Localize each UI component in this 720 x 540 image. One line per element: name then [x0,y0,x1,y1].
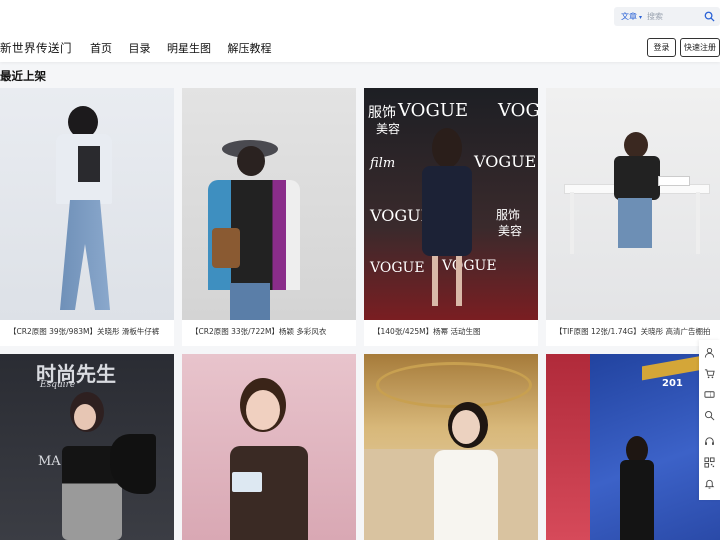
search-bar: 文章 ▾ [614,7,720,26]
floating-sidebar [699,340,720,500]
product-card[interactable]: 服饰 VOGUE 美容 VOGUE VOGUE film VOGUE 服饰 美容… [364,88,538,346]
search-icon[interactable] [704,410,715,421]
product-thumbnail[interactable] [364,354,538,540]
qrcode-icon[interactable] [704,457,715,468]
site-logo[interactable]: 新世界传送门 [0,40,72,56]
search-type-select[interactable]: 文章 ▾ [621,11,642,22]
nav-item-catalog[interactable]: 目录 [129,42,151,55]
bell-icon[interactable] [704,478,715,489]
product-card[interactable] [182,354,356,540]
product-card[interactable]: 【CR2原图 33张/722M】杨颖 多彩风衣 [182,88,356,346]
ticket-icon[interactable] [704,389,715,400]
product-card[interactable]: 【TIF原图 12张/1.74G】关晓彤 高清广告棚拍 [546,88,720,346]
product-thumbnail[interactable] [0,88,174,320]
chevron-down-icon: ▾ [639,14,643,21]
main-nav: 首页 目录 明星生图 解压教程 [90,40,285,56]
product-card[interactable]: 时尚先生 Esquire MA [0,354,174,540]
product-thumbnail[interactable] [546,88,720,320]
nav-item-tutorial[interactable]: 解压教程 [228,42,272,55]
product-thumbnail[interactable]: 时尚先生 Esquire MA [0,354,174,540]
product-card[interactable]: 【CR2原图 39张/983M】关晓彤 滑板牛仔裤 [0,88,174,346]
nav-item-celebrity[interactable]: 明星生图 [167,42,211,55]
cart-icon[interactable] [704,368,715,379]
section-title: 最近上架 [0,69,46,83]
product-thumbnail[interactable] [182,354,356,540]
top-header: 文章▾ 新世界传送门 首页 目录 明星生图 解压教程 登录 快速注册 [0,0,720,62]
card-title[interactable]: 【140张/425M】杨幂 活动生图 [364,320,538,337]
card-title[interactable]: 【CR2原图 33张/722M】杨颖 多彩风衣 [182,320,356,337]
card-title[interactable]: 【TIF原图 12张/1.74G】关晓彤 高清广告棚拍 [546,320,720,337]
card-title[interactable]: 【CR2原图 39张/983M】关晓彤 滑板牛仔裤 [0,320,174,337]
headset-icon[interactable] [704,436,715,447]
product-thumbnail[interactable]: 201 [546,354,720,540]
login-button[interactable]: 登录 [647,38,676,57]
product-thumbnail[interactable]: 服饰 VOGUE 美容 VOGUE VOGUE film VOGUE 服饰 美容… [364,88,538,320]
product-card[interactable] [364,354,538,540]
register-button[interactable]: 快速注册 [680,38,720,57]
nav-item-home[interactable]: 首页 [90,42,112,55]
user-icon[interactable] [704,347,715,358]
search-icon[interactable] [704,11,715,22]
search-input[interactable] [647,9,701,24]
product-thumbnail[interactable] [182,88,356,320]
product-card[interactable]: 201 [546,354,720,540]
